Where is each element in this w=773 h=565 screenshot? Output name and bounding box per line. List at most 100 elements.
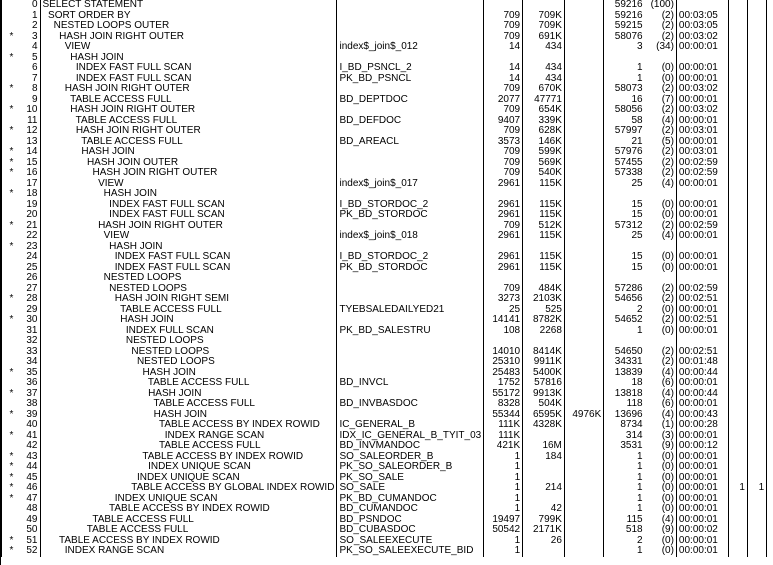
pstart <box>728 336 747 347</box>
temp <box>564 462 603 473</box>
rows: 111K <box>484 420 523 431</box>
row-id: 20 <box>15 210 40 221</box>
time: 00:00:01 <box>676 546 728 557</box>
time <box>676 273 728 284</box>
operation: HASH JOIN RIGHT OUTER <box>40 168 337 179</box>
temp <box>564 305 603 316</box>
row-id: 10 <box>15 105 40 116</box>
temp <box>564 473 603 484</box>
rows: 3273 <box>484 294 523 305</box>
bytes: 434 <box>523 63 565 74</box>
time: 00:00:01 <box>676 210 728 221</box>
time: 00:02:59 <box>676 168 728 179</box>
time: 00:00:01 <box>676 326 728 337</box>
temp <box>564 189 603 200</box>
cost: 1 <box>604 546 645 557</box>
row-marker: * <box>2 462 16 473</box>
operation: INDEX FAST FULL SCAN <box>40 210 337 221</box>
row-marker <box>2 210 16 221</box>
pstop <box>747 126 766 137</box>
operation: TABLE ACCESS BY INDEX ROWID <box>40 504 337 515</box>
object-name: BD_DEPTDOC <box>337 95 484 106</box>
rows <box>484 273 523 284</box>
pstart <box>728 242 747 253</box>
time: 00:00:28 <box>676 420 728 431</box>
plan-row: *14 HASH JOIN709599K57976(2)00:03:01 <box>2 147 773 158</box>
row-id: 12 <box>15 126 40 137</box>
bytes: 670K <box>523 84 565 95</box>
object-name <box>337 284 484 295</box>
cost: 25 <box>604 231 645 242</box>
row-end <box>767 210 773 221</box>
rows: 709 <box>484 126 523 137</box>
temp <box>564 315 603 326</box>
pstop <box>747 179 766 190</box>
temp <box>564 158 603 169</box>
pstop <box>747 399 766 410</box>
row-marker: * <box>2 168 16 179</box>
cpu-pct: (2) <box>645 315 677 326</box>
temp <box>564 105 603 116</box>
pstart <box>728 546 747 557</box>
row-marker <box>2 504 16 515</box>
cpu-pct: (0) <box>645 263 677 274</box>
time: 00:02:51 <box>676 315 728 326</box>
row-id: 18 <box>15 189 40 200</box>
row-end <box>767 231 773 242</box>
plan-row: 38 TABLE ACCESS FULLBD_INVBASDOC8328504K… <box>2 399 773 410</box>
row-end <box>767 42 773 53</box>
cpu-pct: (0) <box>645 483 677 494</box>
operation: NESTED LOOPS <box>40 336 337 347</box>
pstart <box>728 263 747 274</box>
row-id: 50 <box>15 525 40 536</box>
row-end <box>767 147 773 158</box>
rows: 108 <box>484 326 523 337</box>
pstart <box>728 189 747 200</box>
pstart <box>728 347 747 358</box>
bytes: 2268 <box>523 326 565 337</box>
cost <box>604 273 645 284</box>
object-name <box>337 315 484 326</box>
object-name: index$_join$_017 <box>337 179 484 190</box>
cpu-pct <box>645 273 677 284</box>
temp <box>564 53 603 64</box>
rows: 2961 <box>484 263 523 274</box>
plan-row: *44 INDEX UNIQUE SCANPK_SO_SALEORDER_B11… <box>2 462 773 473</box>
row-id: 2 <box>15 21 40 32</box>
temp <box>564 116 603 127</box>
pstop <box>747 431 766 442</box>
cpu-pct: (2) <box>645 168 677 179</box>
pstart <box>728 231 747 242</box>
object-name: SO_SALE <box>337 483 484 494</box>
object-name: IC_GENERAL_B <box>337 420 484 431</box>
cpu-pct: (2) <box>645 357 677 368</box>
pstart <box>728 95 747 106</box>
bytes: 42 <box>523 504 565 515</box>
cost: 18 <box>604 378 645 389</box>
operation: INDEX UNIQUE SCAN <box>40 462 337 473</box>
pstop <box>747 452 766 463</box>
temp <box>564 399 603 410</box>
pstart <box>728 147 747 158</box>
row-end <box>767 126 773 137</box>
temp <box>564 441 603 452</box>
plan-row: *10 HASH JOIN RIGHT OUTER709654K58056(2)… <box>2 105 773 116</box>
rows: 1 <box>484 504 523 515</box>
pstart <box>728 179 747 190</box>
cost: 1 <box>604 63 645 74</box>
pstart <box>728 137 747 148</box>
cpu-pct: (34) <box>645 42 677 53</box>
pstart <box>728 126 747 137</box>
rows: 14 <box>484 42 523 53</box>
bytes: 115K <box>523 179 565 190</box>
pstart <box>728 105 747 116</box>
row-end <box>767 105 773 116</box>
pstop <box>747 95 766 106</box>
cost: 57338 <box>604 168 645 179</box>
temp <box>564 63 603 74</box>
pstart <box>728 116 747 127</box>
row-end <box>767 378 773 389</box>
object-name <box>337 347 484 358</box>
time: 00:00:01 <box>676 399 728 410</box>
row-end <box>767 315 773 326</box>
